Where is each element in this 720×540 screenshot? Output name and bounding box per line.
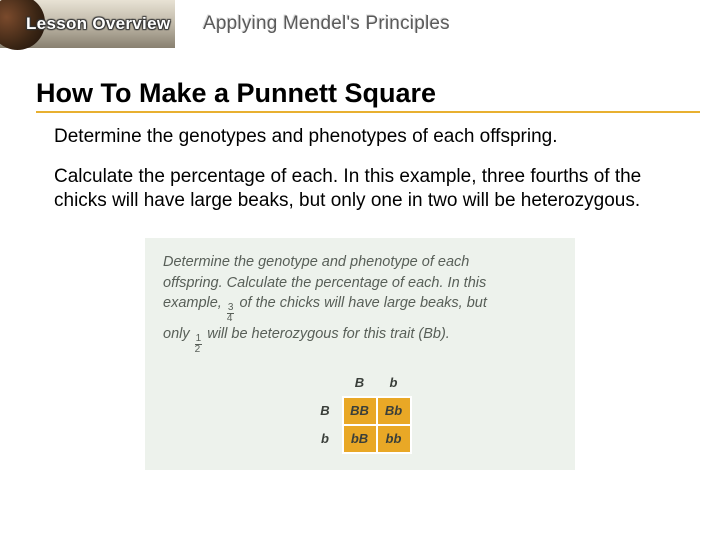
inset-text: Determine the genotype and phenotype of … [163,252,557,355]
inset-line-1: Determine the genotype and phenotype of … [163,254,469,270]
cell-0-0: BB [343,397,377,425]
body-paragraph-1: Determine the genotypes and phenotypes o… [54,125,666,149]
header-badge: Lesson Overview [0,0,175,48]
inset-line-2: offspring. Calculate the percentage of e… [163,275,486,291]
corner-cell [309,369,343,397]
inset-line-3a: example, [163,295,226,311]
inset-line-3b: of the chicks will have large beaks, but [235,295,486,311]
body-paragraph-2: Calculate the percentage of each. In thi… [54,165,666,213]
inset-line-4b: will be heterozygous for this trait [203,326,418,342]
lesson-overview-label: Lesson Overview [26,14,170,34]
row-head-1: b [309,425,343,453]
row-head-0: B [309,397,343,425]
cell-1-0: bB [343,425,377,453]
textbook-inset: Determine the genotype and phenotype of … [145,238,575,470]
punnett-square: B b B BB Bb b bB bb [309,369,412,454]
inset-line-4a: only [163,326,194,342]
fraction-one-half: 12 [195,334,203,355]
inset-genotype: (Bb). [418,326,449,342]
cell-1-1: bb [377,425,411,453]
slide-heading: How To Make a Punnett Square [36,78,720,109]
fraction-three-fourths: 34 [227,303,235,324]
slide-subtitle: Applying Mendel's Principles [203,13,450,35]
slide-header: Lesson Overview Applying Mendel's Princi… [0,0,720,48]
col-head-1: b [377,369,411,397]
col-head-0: B [343,369,377,397]
cell-0-1: Bb [377,397,411,425]
heading-underline [36,111,700,113]
body-text: Determine the genotypes and phenotypes o… [54,125,666,212]
